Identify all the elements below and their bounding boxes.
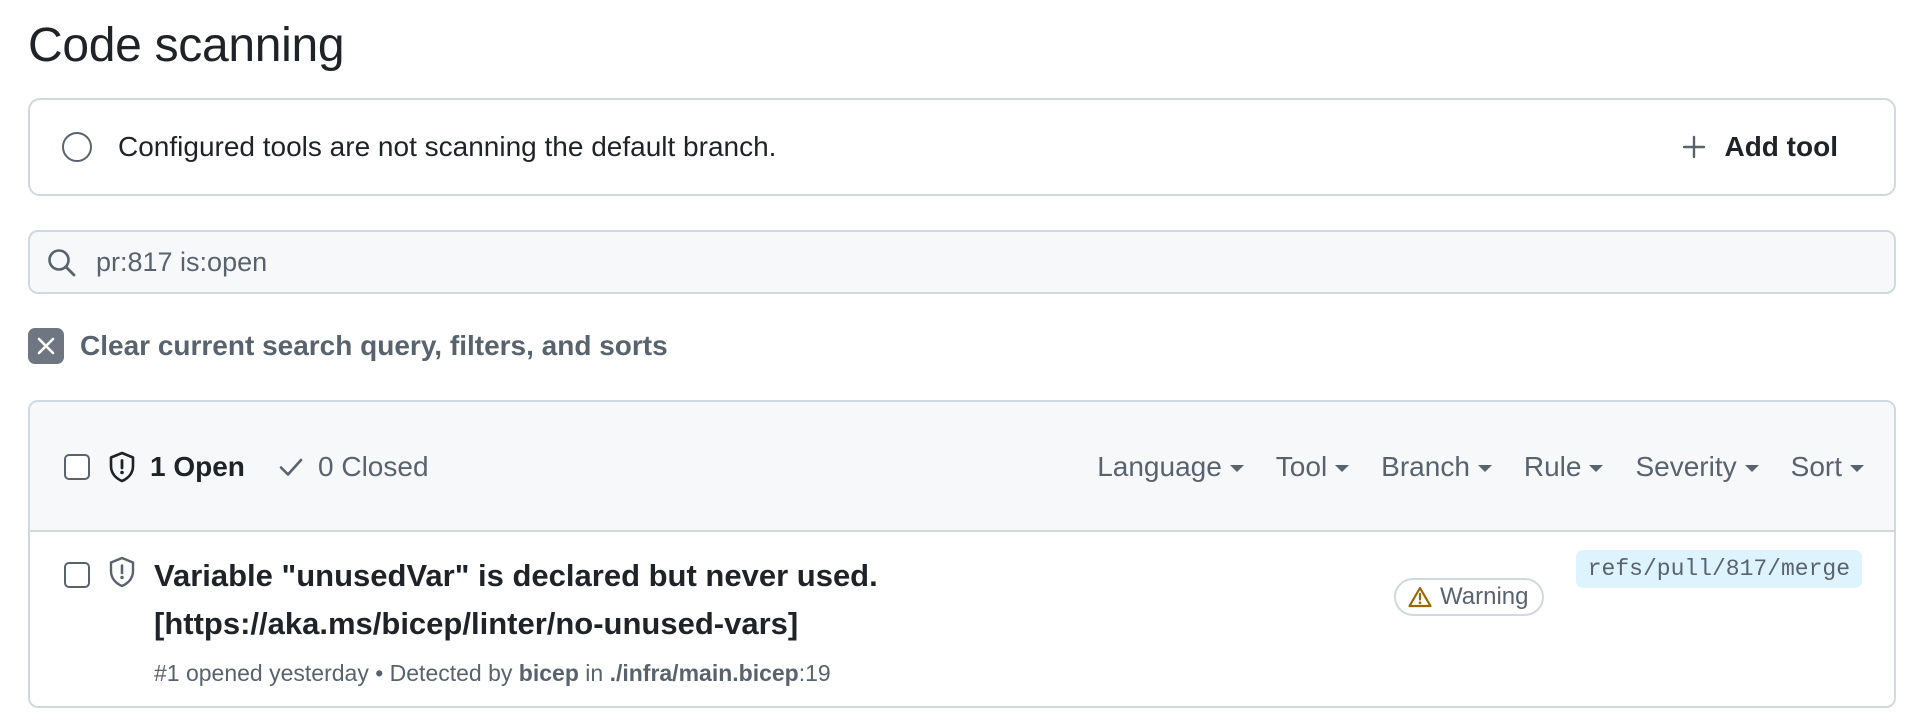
plus-icon	[1683, 135, 1706, 159]
shield-icon	[109, 556, 135, 588]
page-title: Code scanning	[28, 19, 345, 72]
code-scanning-page: Code scanning Configured tools are not s…	[0, 0, 1922, 726]
search-bar	[28, 230, 1896, 294]
severity-badge: Warning	[1394, 578, 1545, 616]
filter-sort[interactable]: Sort	[1791, 451, 1864, 483]
banner-message: Configured tools are not scanning the de…	[118, 131, 777, 162]
filter-language[interactable]: Language	[1097, 451, 1244, 483]
triangle-down-icon	[1850, 464, 1864, 472]
select-all-checkbox[interactable]	[64, 454, 90, 480]
alert-row: Variable "unusedVar" is declared but nev…	[30, 532, 1894, 706]
filter-branch[interactable]: Branch	[1381, 451, 1492, 483]
add-tool-label: Add tool	[1724, 131, 1838, 162]
alert-checkbox[interactable]	[64, 562, 90, 588]
search-input[interactable]	[96, 240, 1856, 284]
filter-tool[interactable]: Tool	[1275, 451, 1350, 483]
search-icon	[48, 249, 76, 277]
filter-severity[interactable]: Severity	[1635, 451, 1759, 483]
x-icon	[37, 337, 55, 355]
triangle-down-icon	[1335, 464, 1350, 472]
alert-meta-in: in	[578, 660, 610, 686]
alerts-list: 1 Open 0 Closed Language Tool Branch Rul…	[28, 400, 1896, 708]
alert-meta: #1 opened yesterday • Detected by bicep …	[154, 658, 831, 688]
triangle-down-icon	[1589, 464, 1604, 472]
alert-title-link[interactable]: Variable "unusedVar" is declared but nev…	[154, 552, 1094, 648]
alert-title-line2: [https://aka.ms/bicep/linter/no-unused-v…	[154, 606, 799, 641]
add-tool-button[interactable]: Add tool	[1682, 124, 1838, 170]
circle-icon	[62, 132, 92, 162]
filter-rule-label: Rule	[1523, 451, 1582, 482]
severity-label: Warning	[1440, 583, 1529, 610]
alert-tool: bicep	[518, 660, 579, 686]
alert-meta-prefix: #1 opened yesterday • Detected by	[154, 660, 519, 686]
tools-status-banner: Configured tools are not scanning the de…	[28, 98, 1896, 196]
filter-branch-label: Branch	[1381, 451, 1470, 482]
filter-severity-label: Severity	[1635, 451, 1737, 482]
branch-label[interactable]: refs/pull/817/merge	[1575, 550, 1862, 588]
clear-filters-label: Clear current search query, filters, and…	[80, 330, 668, 361]
triangle-down-icon	[1744, 464, 1759, 472]
filter-sort-label: Sort	[1790, 451, 1842, 482]
check-icon	[279, 458, 303, 476]
closed-count-label: 0 Closed	[318, 451, 429, 482]
shield-icon	[109, 451, 135, 483]
triangle-down-icon	[1477, 464, 1492, 472]
alert-title-line1: Variable "unusedVar" is declared but nev…	[154, 558, 878, 593]
filter-tool-label: Tool	[1275, 451, 1328, 482]
closed-alerts-tab[interactable]: 0 Closed	[278, 446, 429, 488]
open-alerts-tab[interactable]: 1 Open	[108, 446, 245, 488]
alert-triangle-icon	[1408, 586, 1432, 608]
alert-file-link[interactable]: ./infra/main.bicep	[610, 660, 799, 686]
filter-language-label: Language	[1097, 451, 1222, 482]
filter-bar: Language Tool Branch Rule Severity Sort	[1097, 446, 1864, 488]
open-count-label: 1 Open	[150, 451, 245, 482]
clear-filters-link[interactable]: Clear current search query, filters, and…	[28, 328, 668, 364]
clear-filters-button[interactable]	[28, 328, 64, 364]
triangle-down-icon	[1229, 464, 1244, 472]
alerts-list-header: 1 Open 0 Closed Language Tool Branch Rul…	[30, 402, 1894, 532]
filter-rule[interactable]: Rule	[1524, 451, 1604, 483]
alert-line: :19	[798, 660, 831, 686]
